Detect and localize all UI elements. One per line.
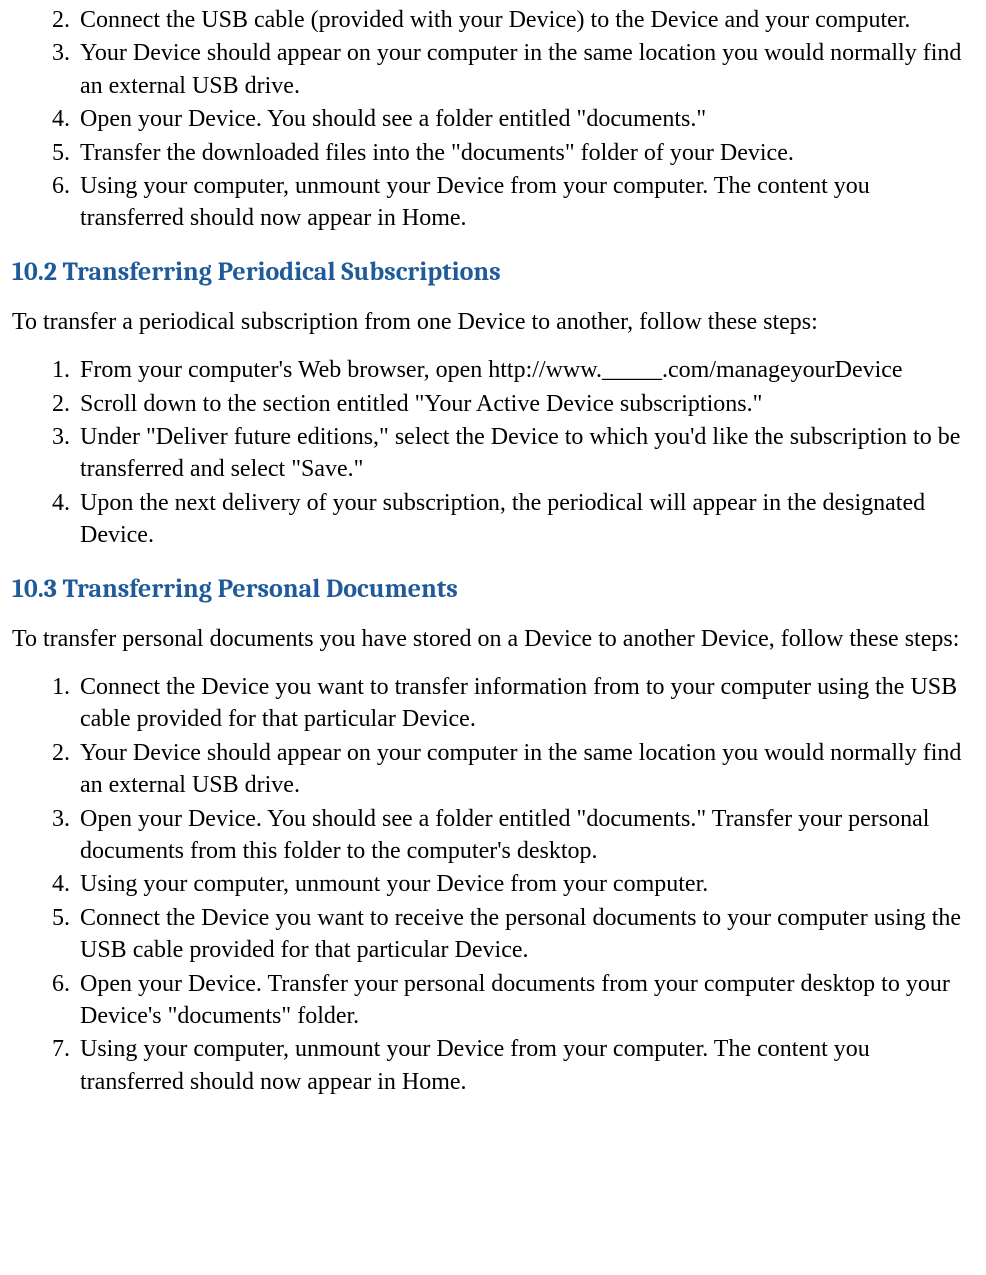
list-item: Scroll down to the section entitled "You… — [76, 388, 974, 420]
list-item: Transfer the downloaded files into the "… — [76, 137, 974, 169]
list-item: Under "Deliver future editions," select … — [76, 421, 974, 486]
list-item: Open your Device. Transfer your personal… — [76, 968, 974, 1033]
list-item: Using your computer, unmount your Device… — [76, 1033, 974, 1098]
list-item: Using your computer, unmount your Device… — [76, 868, 974, 900]
section-10-1-list: Connect the USB cable (provided with you… — [12, 4, 974, 235]
list-item: Your Device should appear on your comput… — [76, 737, 974, 802]
intro-10-3: To transfer personal documents you have … — [12, 623, 974, 655]
section-10-2-list: From your computer's Web browser, open h… — [12, 354, 974, 551]
list-item: From your computer's Web browser, open h… — [76, 354, 974, 386]
list-item: Connect the Device you want to receive t… — [76, 902, 974, 967]
list-item: Connect the USB cable (provided with you… — [76, 4, 974, 36]
intro-10-2: To transfer a periodical subscription fr… — [12, 306, 974, 338]
heading-10-3: 10.3 Transferring Personal Documents — [12, 572, 974, 607]
heading-10-2: 10.2 Transferring Periodical Subscriptio… — [12, 255, 974, 290]
list-item: Open your Device. You should see a folde… — [76, 103, 974, 135]
list-item: Connect the Device you want to transfer … — [76, 671, 974, 736]
list-item: Open your Device. You should see a folde… — [76, 803, 974, 868]
list-item: Using your computer, unmount your Device… — [76, 170, 974, 235]
list-item: Your Device should appear on your comput… — [76, 37, 974, 102]
list-item: Upon the next delivery of your subscript… — [76, 487, 974, 552]
section-10-3-list: Connect the Device you want to transfer … — [12, 671, 974, 1098]
